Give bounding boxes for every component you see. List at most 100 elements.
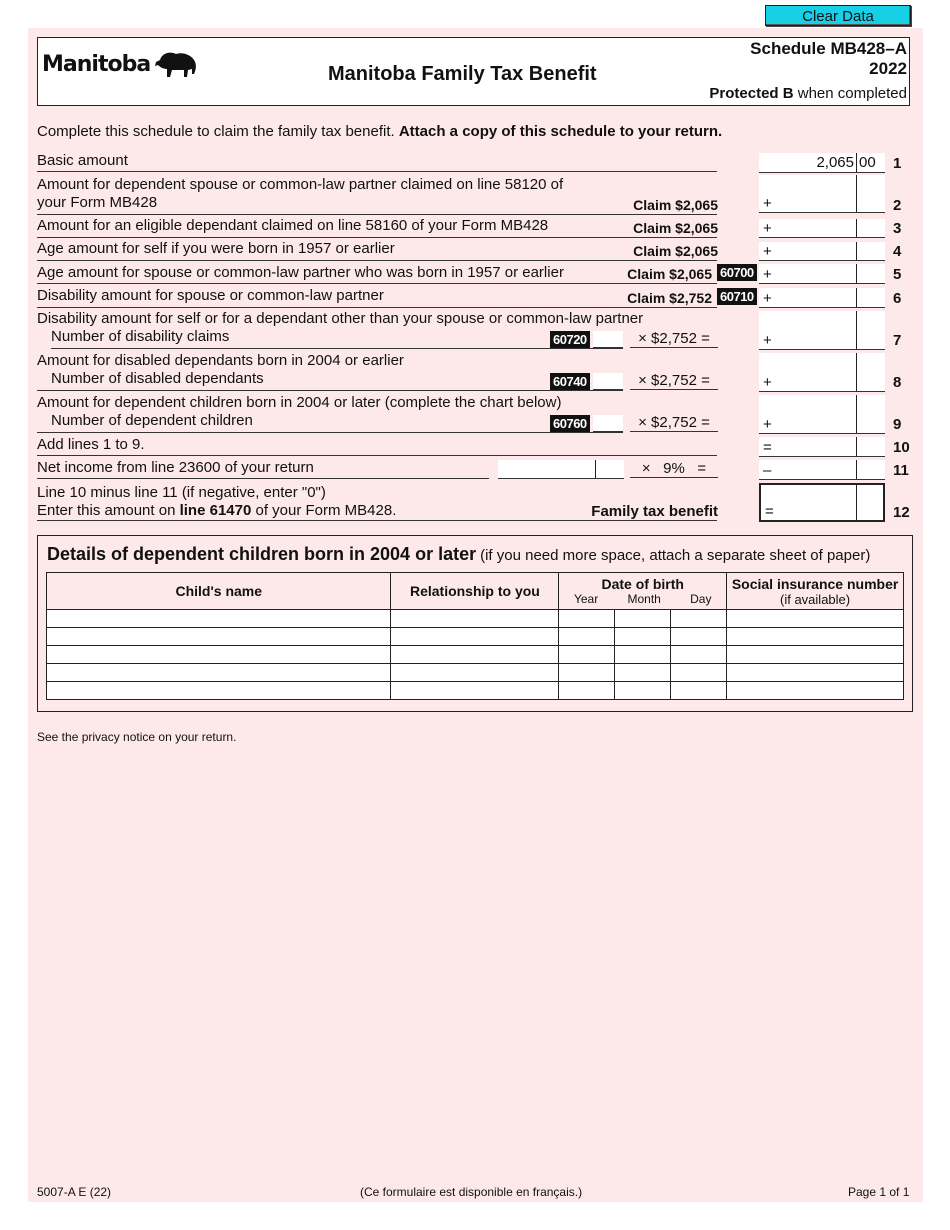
schedule-name: Schedule MB428–A: [750, 39, 907, 58]
line-12-post: of your Form MB428.: [251, 502, 397, 519]
plus-sign: +: [763, 220, 772, 237]
child-name-input[interactable]: [45, 663, 392, 682]
line-8-text2: Number of disabled dependants: [51, 370, 264, 387]
cents-separator: [856, 311, 857, 349]
equals-sign: =: [763, 439, 772, 456]
line-9-multiplier: × $2,752 =: [630, 414, 718, 432]
details-title: Details of dependent children born in 20…: [47, 544, 870, 565]
line-number: 8: [893, 374, 902, 391]
line-number: 2: [893, 197, 902, 214]
relationship-input[interactable]: [390, 645, 560, 664]
dob-day-input[interactable]: [670, 645, 728, 664]
form-header: Manitoba Manitoba Family Tax Benefit Sch…: [37, 37, 910, 106]
protected-label: Protected B: [709, 85, 794, 102]
line-5-amount[interactable]: +: [759, 264, 885, 284]
line-3-amount[interactable]: +: [759, 219, 885, 238]
relationship-input[interactable]: [390, 609, 560, 628]
cents-separator: [856, 288, 857, 307]
cents-separator: [856, 395, 857, 433]
cents-separator: [856, 153, 857, 172]
col-relationship: Relationship to you: [390, 572, 560, 610]
clear-data-button[interactable]: Clear Data: [765, 5, 911, 26]
line-5-label: Age amount for spouse or common-law part…: [37, 264, 564, 281]
dob-year-input[interactable]: [558, 663, 616, 682]
dob-day-input[interactable]: [670, 609, 728, 628]
dob-year-input[interactable]: [558, 609, 616, 628]
line-1-amount[interactable]: 2,065 00: [759, 153, 885, 173]
divider: [37, 432, 623, 433]
minus-sign: –: [763, 462, 772, 479]
line-12-amount[interactable]: =: [759, 483, 885, 522]
dob-month-input[interactable]: [614, 663, 672, 682]
line-8-multiplier: × $2,752 =: [630, 372, 718, 390]
line-number: 5: [893, 266, 902, 283]
children-table: Child's name Relationship to you Date of…: [45, 572, 904, 700]
tax-year: 2022: [869, 59, 907, 78]
dob-year-input[interactable]: [558, 627, 616, 646]
manitoba-logo: Manitoba: [42, 50, 198, 78]
line-11-amount[interactable]: –: [759, 460, 885, 480]
equals-sign: =: [765, 503, 774, 520]
privacy-notice: See the privacy notice on your return.: [37, 730, 237, 744]
line-code-60760: 60760: [550, 415, 590, 432]
line-9-amount[interactable]: +: [759, 395, 885, 434]
sin-label: Social insurance number: [731, 575, 899, 592]
dependent-children-count-input[interactable]: [593, 415, 623, 432]
child-name-input[interactable]: [45, 645, 392, 664]
dob-month-input[interactable]: [614, 645, 672, 664]
dob-month-input[interactable]: [614, 627, 672, 646]
line-12-pre: Enter this amount on: [37, 502, 180, 519]
child-name-input[interactable]: [45, 609, 392, 628]
sin-input[interactable]: [726, 627, 904, 646]
sin-sublabel: (if available): [780, 591, 851, 607]
line-9-label: Amount for dependent children born in 20…: [37, 394, 561, 430]
dob-day-input[interactable]: [670, 627, 728, 646]
cents-separator: [856, 437, 857, 456]
page-number: Page 1 of 1: [848, 1185, 910, 1199]
divider: [37, 237, 717, 238]
sin-input[interactable]: [726, 645, 904, 664]
relationship-input[interactable]: [390, 681, 560, 700]
line-11-multiplier: × 9% =: [630, 460, 718, 478]
divider: [37, 214, 717, 215]
col-childs-name: Child's name: [45, 572, 392, 610]
line-3-label: Amount for an eligible dependant claimed…: [37, 217, 549, 234]
line-number: 1: [893, 155, 902, 172]
line-9-text2: Number of dependent children: [51, 412, 253, 429]
divider: [37, 283, 717, 284]
relationship-input[interactable]: [390, 663, 560, 682]
cents-separator: [856, 460, 857, 479]
sin-input[interactable]: [726, 681, 904, 700]
line-number: 3: [893, 220, 902, 237]
line-7-multiplier: × $2,752 =: [630, 330, 718, 348]
line-7-amount[interactable]: +: [759, 311, 885, 350]
dob-day-label: Day: [690, 592, 712, 606]
dob-month-input[interactable]: [614, 681, 672, 700]
disability-claims-count-input[interactable]: [593, 331, 623, 348]
line-8-amount[interactable]: +: [759, 353, 885, 392]
line-6-claim: Claim $2,752: [627, 290, 712, 306]
dob-year-input[interactable]: [558, 681, 616, 700]
dob-day-input[interactable]: [670, 681, 728, 700]
line-number: 7: [893, 332, 902, 349]
divider: [37, 478, 489, 479]
line-10-amount[interactable]: =: [759, 437, 885, 457]
sin-input[interactable]: [726, 663, 904, 682]
child-name-input[interactable]: [45, 627, 392, 646]
line-4-amount[interactable]: +: [759, 242, 885, 261]
line-6-amount[interactable]: +: [759, 288, 885, 308]
disabled-dependants-count-input[interactable]: [593, 373, 623, 390]
line-number: 4: [893, 243, 902, 260]
dob-month-input[interactable]: [614, 609, 672, 628]
relationship-input[interactable]: [390, 627, 560, 646]
dob-year-input[interactable]: [558, 645, 616, 664]
line-8-label: Amount for disabled dependants born in 2…: [37, 352, 404, 388]
line-code-60740: 60740: [550, 373, 590, 390]
child-name-input[interactable]: [45, 681, 392, 700]
sin-input[interactable]: [726, 609, 904, 628]
cents-separator: [856, 353, 857, 391]
line-code-60720: 60720: [550, 331, 590, 348]
net-income-input[interactable]: [498, 460, 624, 479]
dob-day-input[interactable]: [670, 663, 728, 682]
line-2-amount[interactable]: +: [759, 175, 885, 213]
